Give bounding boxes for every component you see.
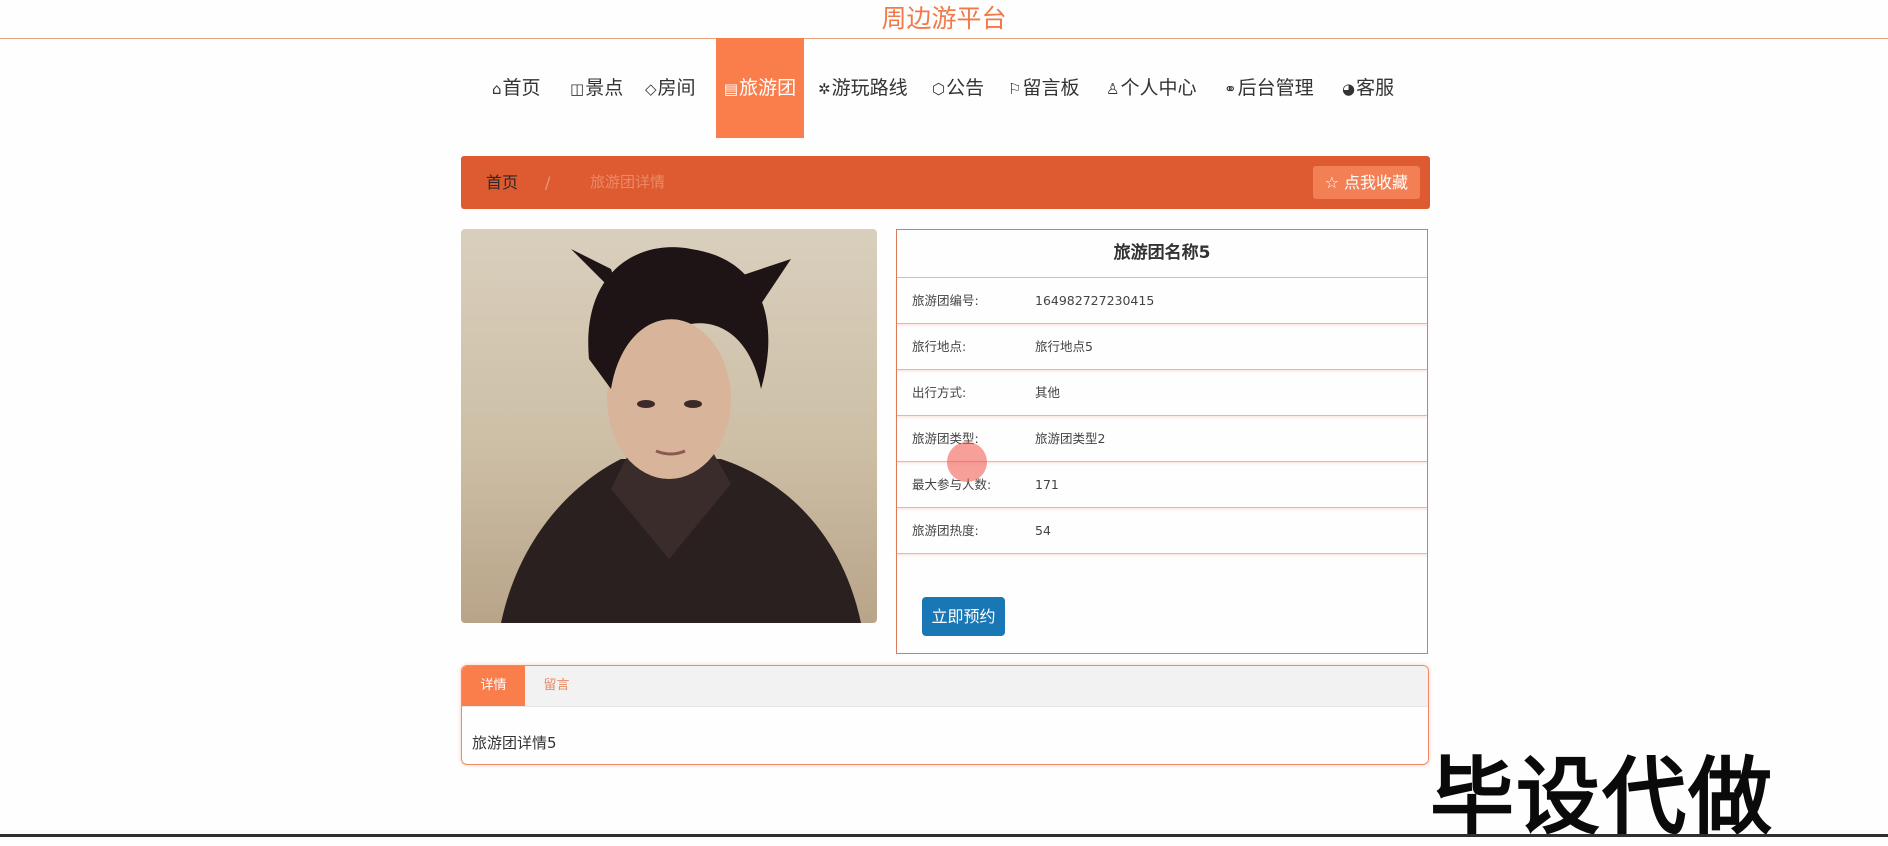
info-value: 旅行地点5 — [1035, 339, 1093, 354]
info-row-location: 旅行地点: 旅行地点5 — [897, 324, 1427, 370]
nav-item-label: 客服 — [1356, 77, 1395, 99]
info-row-popularity: 旅游团热度: 54 — [897, 508, 1427, 554]
favorite-button[interactable]: ☆ 点我收藏 — [1312, 166, 1420, 199]
info-value: 旅游团类型2 — [1035, 431, 1106, 446]
book-now-button[interactable]: 立即预约 — [922, 597, 1005, 636]
info-label: 旅行地点: — [912, 339, 967, 354]
nav-item-profile[interactable]: ♙个人中心 — [1106, 38, 1196, 138]
info-value: 54 — [1035, 523, 1051, 538]
nav-item-home[interactable]: ⌂首页 — [492, 38, 541, 138]
tab-details[interactable]: 详情 — [462, 666, 525, 706]
nav-item-label: 景点 — [585, 77, 624, 99]
tag-icon: ◇ — [645, 80, 657, 98]
info-value: 171 — [1035, 477, 1059, 492]
flag-icon: ⚐ — [1008, 80, 1022, 98]
breadcrumb-home-link[interactable]: 首页 — [486, 156, 518, 209]
nav-item-route[interactable]: ✲游玩路线 — [818, 38, 908, 138]
tour-group-info-panel: 旅游团名称5 旅游团编号: 164982727230415 旅行地点: 旅行地点… — [896, 229, 1428, 654]
nav-item-scenic[interactable]: ◫景点 — [570, 38, 623, 138]
info-label: 旅游团热度: — [912, 523, 979, 538]
home-icon: ⌂ — [492, 80, 502, 98]
info-label: 出行方式: — [912, 385, 967, 400]
watermark-text: 毕设代做 — [1430, 748, 1775, 846]
route-icon: ✲ — [818, 80, 831, 98]
main-nav: ⌂首页 ◫景点 ◇房间 ▤旅游团 ✲游玩路线 ⬡公告 ⚐留言板 ♙个人中心 ⚭后… — [0, 38, 1888, 138]
info-row-id: 旅游团编号: 164982727230415 — [897, 278, 1427, 324]
user-icon: ♙ — [1106, 80, 1120, 98]
breadcrumb-separator: / — [545, 173, 551, 192]
nav-item-label: 房间 — [657, 77, 696, 99]
breadcrumb-current: 旅游团详情 — [590, 173, 666, 191]
nav-item-label: 留言板 — [1022, 77, 1080, 99]
tab-content: 旅游团详情5 — [472, 734, 557, 752]
nav-item-label: 首页 — [502, 77, 541, 99]
scenic-icon: ◫ — [570, 80, 585, 98]
breadcrumb: 首页 / 旅游团详情 ☆ 点我收藏 — [461, 156, 1430, 209]
cube-icon: ⬡ — [932, 80, 946, 98]
link-icon: ⚭ — [1224, 80, 1237, 98]
service-icon: ◕ — [1342, 80, 1356, 98]
nav-item-label: 旅游团 — [739, 77, 797, 99]
tour-group-name: 旅游团名称5 — [897, 230, 1427, 278]
nav-item-label: 游玩路线 — [831, 77, 908, 99]
tour-group-image — [461, 229, 877, 623]
info-row-travel-mode: 出行方式: 其他 — [897, 370, 1427, 416]
nav-item-message-board[interactable]: ⚐留言板 — [1008, 38, 1079, 138]
nav-item-label: 个人中心 — [1120, 77, 1197, 99]
nav-item-room[interactable]: ◇房间 — [645, 38, 696, 138]
detail-tabs: 详情 留言 旅游团详情5 — [461, 665, 1429, 765]
nav-item-admin[interactable]: ⚭后台管理 — [1224, 38, 1314, 138]
nav-item-label: 后台管理 — [1237, 77, 1314, 99]
info-value: 其他 — [1035, 385, 1061, 400]
person-photo-illustration — [501, 247, 861, 623]
info-value: 164982727230415 — [1035, 293, 1155, 308]
nav-item-label: 公告 — [946, 77, 985, 99]
nav-item-tour-group[interactable]: ▤旅游团 — [716, 38, 804, 138]
tab-bar: 详情 留言 — [462, 666, 1428, 707]
cursor-highlight — [947, 442, 987, 482]
tab-comments[interactable]: 留言 — [525, 666, 588, 706]
info-label: 旅游团编号: — [912, 293, 979, 308]
tour-group-icon: ▤ — [723, 80, 739, 98]
nav-item-notice[interactable]: ⬡公告 — [932, 38, 984, 138]
site-title: 周边游平台 — [0, 0, 1888, 39]
nav-item-service[interactable]: ◕客服 — [1342, 38, 1394, 138]
